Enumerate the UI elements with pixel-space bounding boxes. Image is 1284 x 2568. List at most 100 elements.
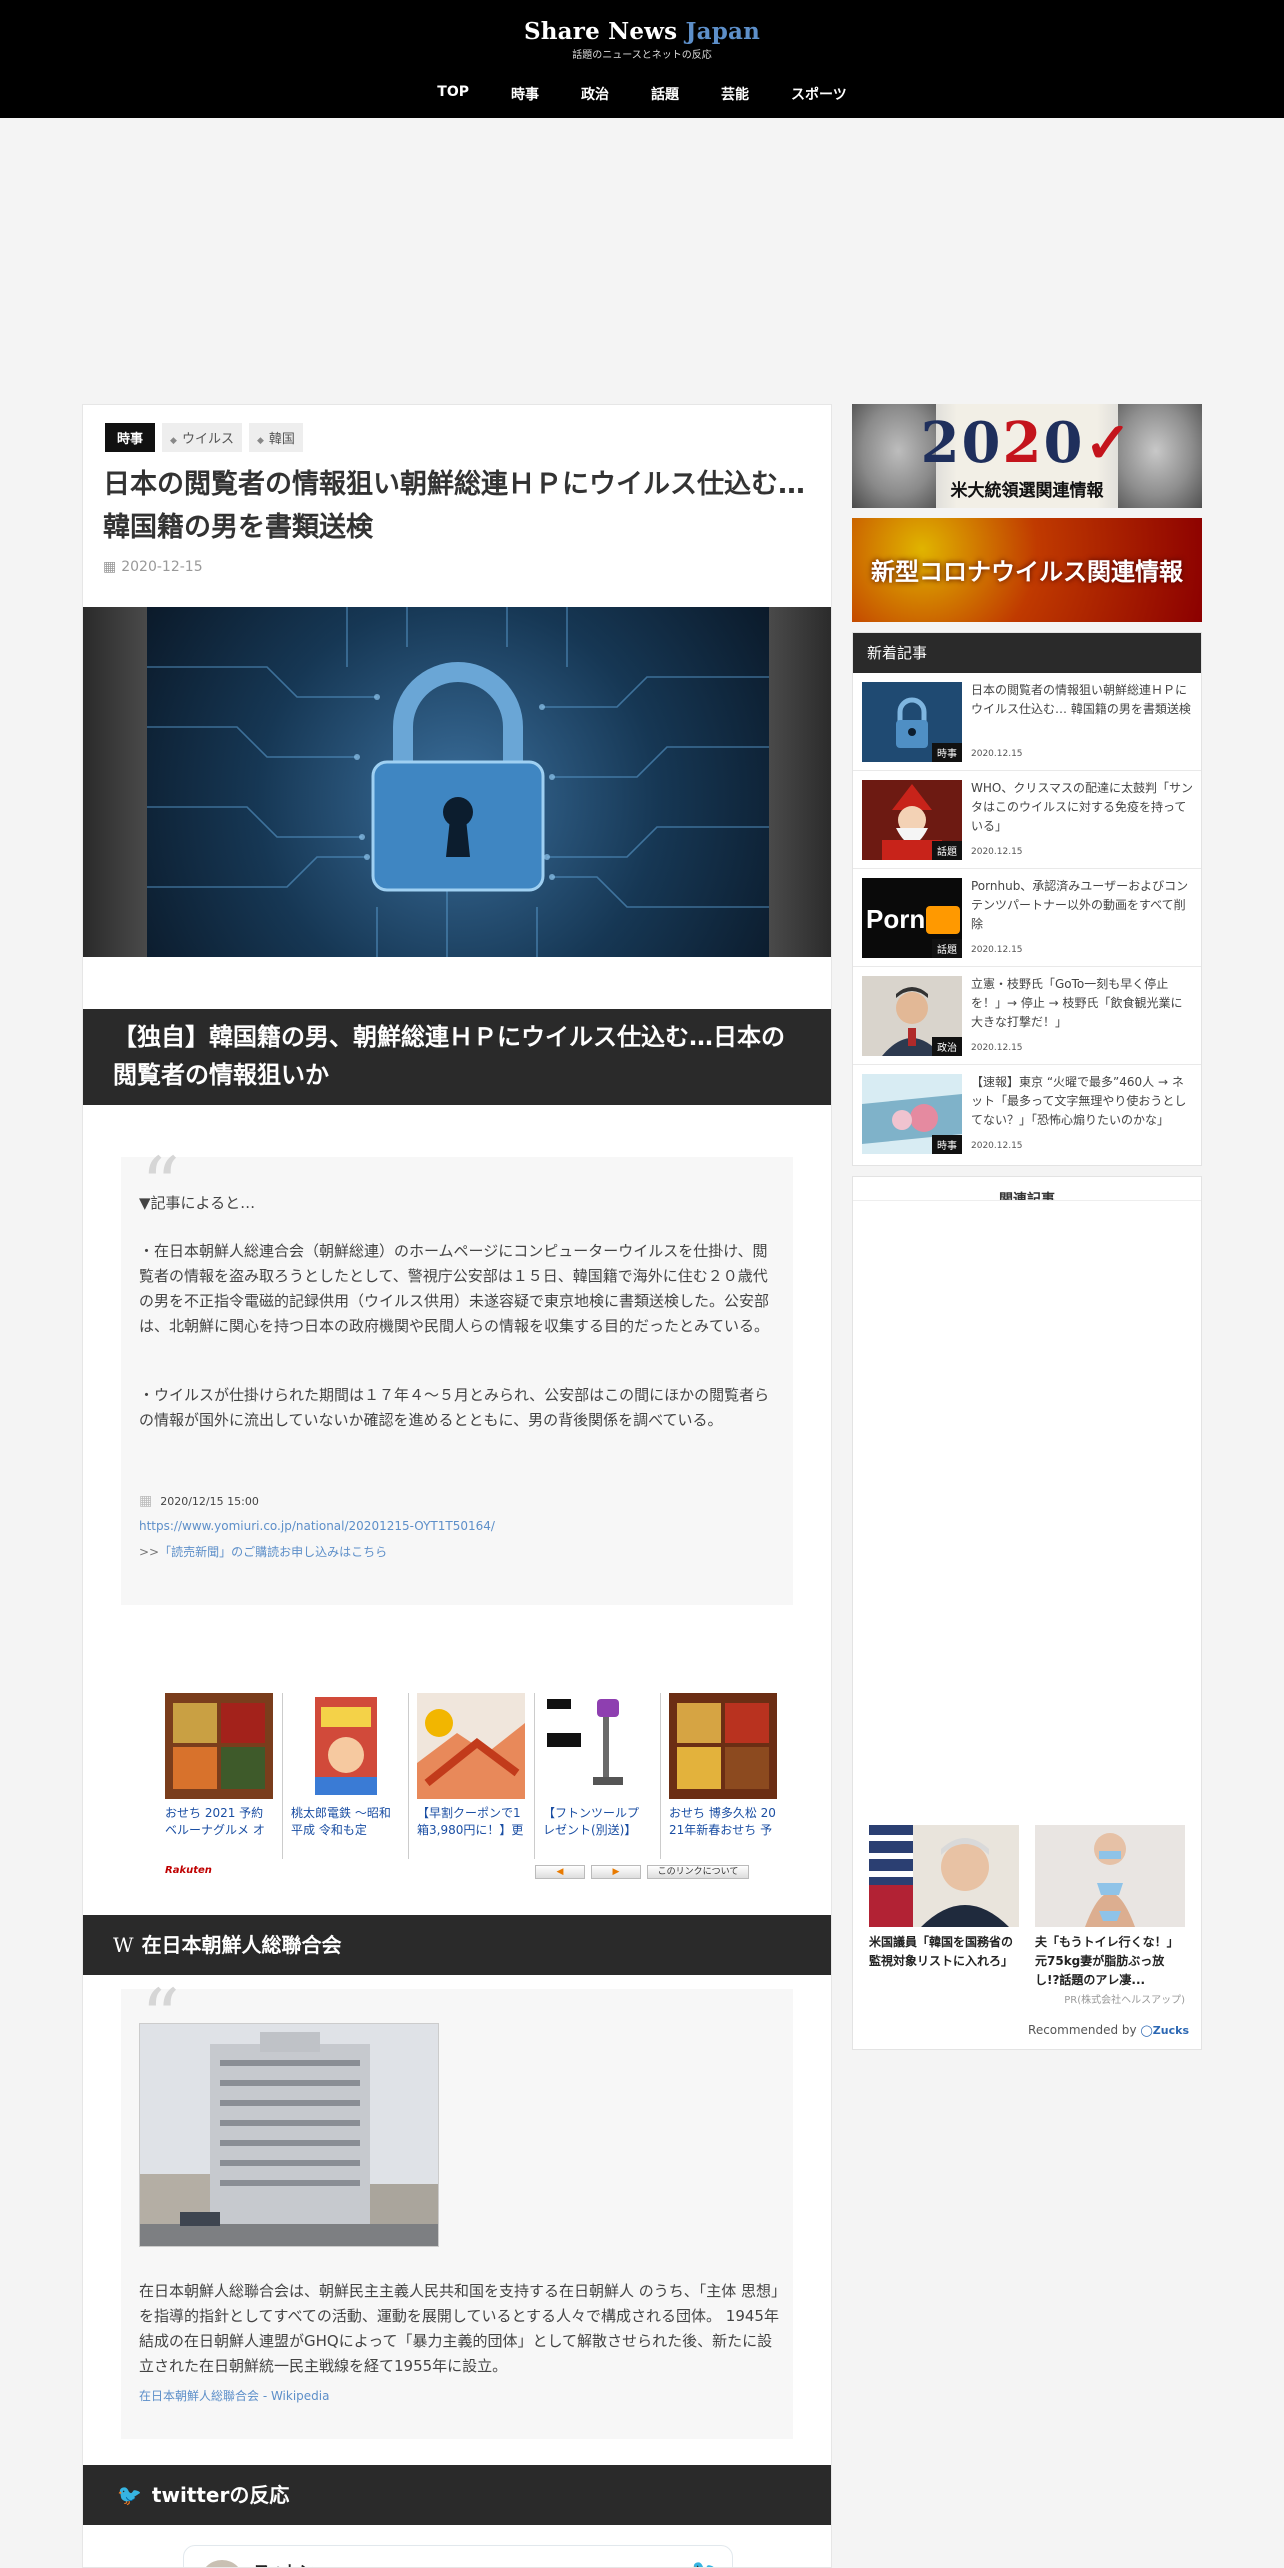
rakuten-item[interactable]: おせち 2021 予約 ベルーナグルメ オ xyxy=(165,1693,273,1839)
rakuten-item-image xyxy=(417,1693,525,1799)
wikipedia-quote: “ 在日本朝鮮人総聯合会は、朝鮮民主主義人民共和国を支持する在日朝鮮人 のうち、… xyxy=(121,1979,793,2439)
rakuten-widget: おせち 2021 予約 ベルーナグルメ オ 桃太郎電鉄 ～昭和 平成 令和も定 … xyxy=(165,1693,777,1893)
new-article-item[interactable]: 政治 立憲・枝野氏「GoTo一刻も早く停止を！」→ 停止 → 枝野氏「飲食観光業… xyxy=(853,967,1201,1065)
hero-image xyxy=(83,607,831,957)
rakuten-item-title: 【早割クーポンで1 箱3,980円に！】更 xyxy=(417,1806,524,1837)
new-article-item[interactable]: 時事 【速報】東京 “火曜で最多”460人 → ネット「最多って文字無理やり使お… xyxy=(853,1065,1201,1163)
election-banner[interactable]: 2020✓ 米大統領選関連情報 xyxy=(852,404,1202,508)
coronavirus-banner[interactable]: 新型コロナウイルス関連情報 xyxy=(852,518,1202,622)
sponsored-ad-title: 米国議員「韓国を国務省の監視対象リストに入れろ」 xyxy=(869,1935,1014,1968)
new-article-title: 【速報】東京 “火曜で最多”460人 → ネット「最多って文字無理やり使おうとし… xyxy=(971,1075,1187,1127)
rakuten-prev-button[interactable]: ◀ xyxy=(535,1865,585,1879)
rakuten-item[interactable]: 桃太郎電鉄 ～昭和 平成 令和も定 xyxy=(291,1693,399,1839)
related-articles-widget: 関連記事 米国議員「韓国を国務省の監視対象リストに入れろ」 夫「もうトイレ行くな… xyxy=(852,1176,1202,2050)
source-link[interactable]: https://www.yomiuri.co.jp/national/20201… xyxy=(139,1519,495,1533)
new-article-thumb: 時事 xyxy=(862,1074,962,1154)
new-article-thumb: Porn 話題 xyxy=(862,878,962,958)
nav-item-sports[interactable]: スポーツ xyxy=(791,84,847,104)
wikipedia-link[interactable]: 在日本朝鮮人総聯合会 - Wikipedia xyxy=(139,2387,329,2404)
rakuten-item-title: おせち 博多久松 20 21年新春おせち 予 xyxy=(669,1806,776,1837)
main-nav: TOP 時事 政治 話題 芸能 スポーツ xyxy=(0,84,1284,104)
padlock-circuit-image xyxy=(147,607,769,957)
rakuten-item-image xyxy=(291,1693,399,1799)
new-article-category: 政治 xyxy=(932,1037,962,1056)
article-tags: 時事 ウイルス 韓国 xyxy=(105,423,303,452)
new-article-date: 2020.12.15 xyxy=(971,1141,1023,1151)
section-heading-1: 【独自】韓国籍の男、朝鮮総連ＨＰにウイルス仕込む…日本の閲覧者の情報狙いか xyxy=(83,1009,831,1105)
logo-title-accent: Japan xyxy=(685,18,761,45)
recommended-by-text: Recommended by xyxy=(1028,2023,1137,2037)
new-article-date: 2020.12.15 xyxy=(971,1043,1023,1053)
rakuten-about-link[interactable]: このリンクについて xyxy=(647,1865,749,1879)
sponsored-ad-image xyxy=(1035,1825,1185,1927)
calendar-icon: ▦ xyxy=(103,559,117,575)
recommended-by[interactable]: Recommended by ◯Zucks xyxy=(1028,2023,1189,2037)
rakuten-item[interactable]: 【早割クーポンで1 箱3,980円に！】更 xyxy=(417,1693,525,1839)
quote-paragraph-1: ・在日本朝鮮人総連合会（朝鮮総連）のホームページにコンピューターウイルスを仕掛け… xyxy=(139,1242,770,1335)
wikipedia-summary: 在日本朝鮮人総聯合会は、朝鮮民主主義人民共和国を支持する在日朝鮮人 のうち、「主… xyxy=(139,2282,779,2375)
avatar xyxy=(200,2560,244,2567)
sponsored-ad-item[interactable]: 米国議員「韓国を国務省の監視対象リストに入れろ」 xyxy=(869,1825,1019,1971)
section-heading-2-text: 在日本朝鮮人総聯合会 xyxy=(141,1933,342,1957)
nav-item-current-affairs[interactable]: 時事 xyxy=(511,84,539,104)
rakuten-item[interactable]: おせち 博多久松 20 21年新春おせち 予 xyxy=(669,1693,777,1839)
site-logo[interactable]: Share News Japan 話題のニュースとネットの反応 xyxy=(0,18,1284,61)
new-articles-heading: 新着記事 xyxy=(853,633,1201,673)
section-heading-2: W 在日本朝鮮人総聯合会 xyxy=(83,1915,831,1975)
new-article-item[interactable]: Porn 話題 Pornhub、承認済みユーザーおよびコンテンツパートナー以外の… xyxy=(853,869,1201,967)
subscription-link[interactable]: 「読売新聞」のご購読お申し込みはこちら xyxy=(159,1545,387,1559)
tag-korea[interactable]: 韓国 xyxy=(248,423,303,452)
svg-text:Porn: Porn xyxy=(866,904,925,934)
padlock-icon xyxy=(147,607,769,957)
category-badge[interactable]: 時事 xyxy=(105,423,156,452)
quote-source-date: ▦ 2020/12/15 15:00 xyxy=(139,1493,259,1509)
embedded-tweet[interactable]: フォトン 🐦 xyxy=(183,2545,733,2567)
sponsored-ad-item[interactable]: 夫「もうトイレ行くな！」元75kg妻が脂肪ぶっ放し!?話題のアレ凄... xyxy=(1035,1825,1185,1990)
quote-date-text: 2020/12/15 15:00 xyxy=(160,1495,259,1508)
checkmark-icon: ✓ xyxy=(1084,410,1134,476)
new-article-date: 2020.12.15 xyxy=(971,945,1023,955)
article-date: ▦ 2020-12-15 xyxy=(103,559,203,575)
rakuten-item-title: おせち 2021 予約 ベルーナグルメ オ xyxy=(165,1806,265,1837)
rakuten-item-title: 桃太郎電鉄 ～昭和 平成 令和も定 xyxy=(291,1806,391,1837)
new-article-category: 時事 xyxy=(932,743,962,762)
rakuten-item-title: 【フトンツールプ レゼント(別送)】 xyxy=(543,1806,640,1837)
new-article-thumb: 時事 xyxy=(862,682,962,762)
twitter-icon: 🐦 xyxy=(117,2483,142,2507)
rakuten-logo: Rakuten xyxy=(165,1865,212,1876)
nav-item-politics[interactable]: 政治 xyxy=(581,84,609,104)
quote-paragraph-2: ・ウイルスが仕掛けられた期間は１７年４～５月とみられ、公安部はこの間にほかの閲覧… xyxy=(139,1386,770,1429)
new-articles-widget: 新着記事 時事 日本の閲覧者の情報狙い朝鮮総連ＨＰにウイルス仕込む… 韓国籍の男… xyxy=(852,632,1202,1166)
rakuten-item[interactable]: 【フトンツールプ レゼント(別送)】 xyxy=(543,1693,651,1839)
new-article-title: Pornhub、承認済みユーザーおよびコンテンツパートナー以外の動画をすべて削除 xyxy=(971,879,1189,931)
subscription-line: >>「読売新聞」のご購読お申し込みはこちら xyxy=(139,1543,387,1560)
nav-item-topics[interactable]: 話題 xyxy=(651,84,679,104)
new-article-date: 2020.12.15 xyxy=(971,847,1023,857)
zucks-logo: ◯ xyxy=(1140,2024,1153,2037)
article-quote: “ ▼記事によると… ・在日本朝鮮人総連合会（朝鮮総連）のホームページにコンピュ… xyxy=(121,1147,793,1605)
new-article-title: 日本の閲覧者の情報狙い朝鮮総連ＨＰにウイルス仕込む… 韓国籍の男を書類送検 xyxy=(971,683,1191,716)
logo-title-main: Share News xyxy=(523,18,686,45)
sponsored-ad-title: 夫「もうトイレ行くな！」元75kg妻が脂肪ぶっ放し!?話題のアレ凄... xyxy=(1035,1935,1179,1987)
section-heading-3: 🐦 twitterの反応 xyxy=(83,2465,831,2525)
site-header: Share News Japan 話題のニュースとネットの反応 TOP 時事 政… xyxy=(0,0,1284,118)
coronavirus-banner-label: 新型コロナウイルス関連情報 xyxy=(871,557,1183,586)
new-article-category: 話題 xyxy=(932,939,962,958)
sponsored-ad-image xyxy=(869,1825,1019,1927)
new-article-date: 2020.12.15 xyxy=(971,749,1023,759)
new-article-item[interactable]: 時事 日本の閲覧者の情報狙い朝鮮総連ＨＰにウイルス仕込む… 韓国籍の男を書類送検… xyxy=(853,673,1201,771)
related-articles-heading: 関連記事 xyxy=(853,1189,1201,1201)
article-date-text: 2020-12-15 xyxy=(121,559,203,575)
rakuten-next-button[interactable]: ▶ xyxy=(591,1865,641,1879)
zucks-brand: Zucks xyxy=(1152,2024,1189,2037)
tweet-author-name: フォトン xyxy=(254,2560,314,2567)
new-article-thumb: 政治 xyxy=(862,976,962,1056)
quote-heading: ▼記事によると… xyxy=(139,1194,256,1212)
tag-virus[interactable]: ウイルス xyxy=(162,423,242,452)
section-heading-3-text: twitterの反応 xyxy=(151,2483,290,2507)
nav-item-top[interactable]: TOP xyxy=(437,84,469,104)
ad-sponsor-label: PR(株式会社ヘルスアップ) xyxy=(1064,1995,1185,2006)
new-article-item[interactable]: 話題 WHO、クリスマスの配達に太鼓判「サンタはこのウイルスに対する免疫を持って… xyxy=(853,771,1201,869)
nav-item-entertainment[interactable]: 芸能 xyxy=(721,84,749,104)
subscription-prefix: >> xyxy=(139,1545,160,1559)
